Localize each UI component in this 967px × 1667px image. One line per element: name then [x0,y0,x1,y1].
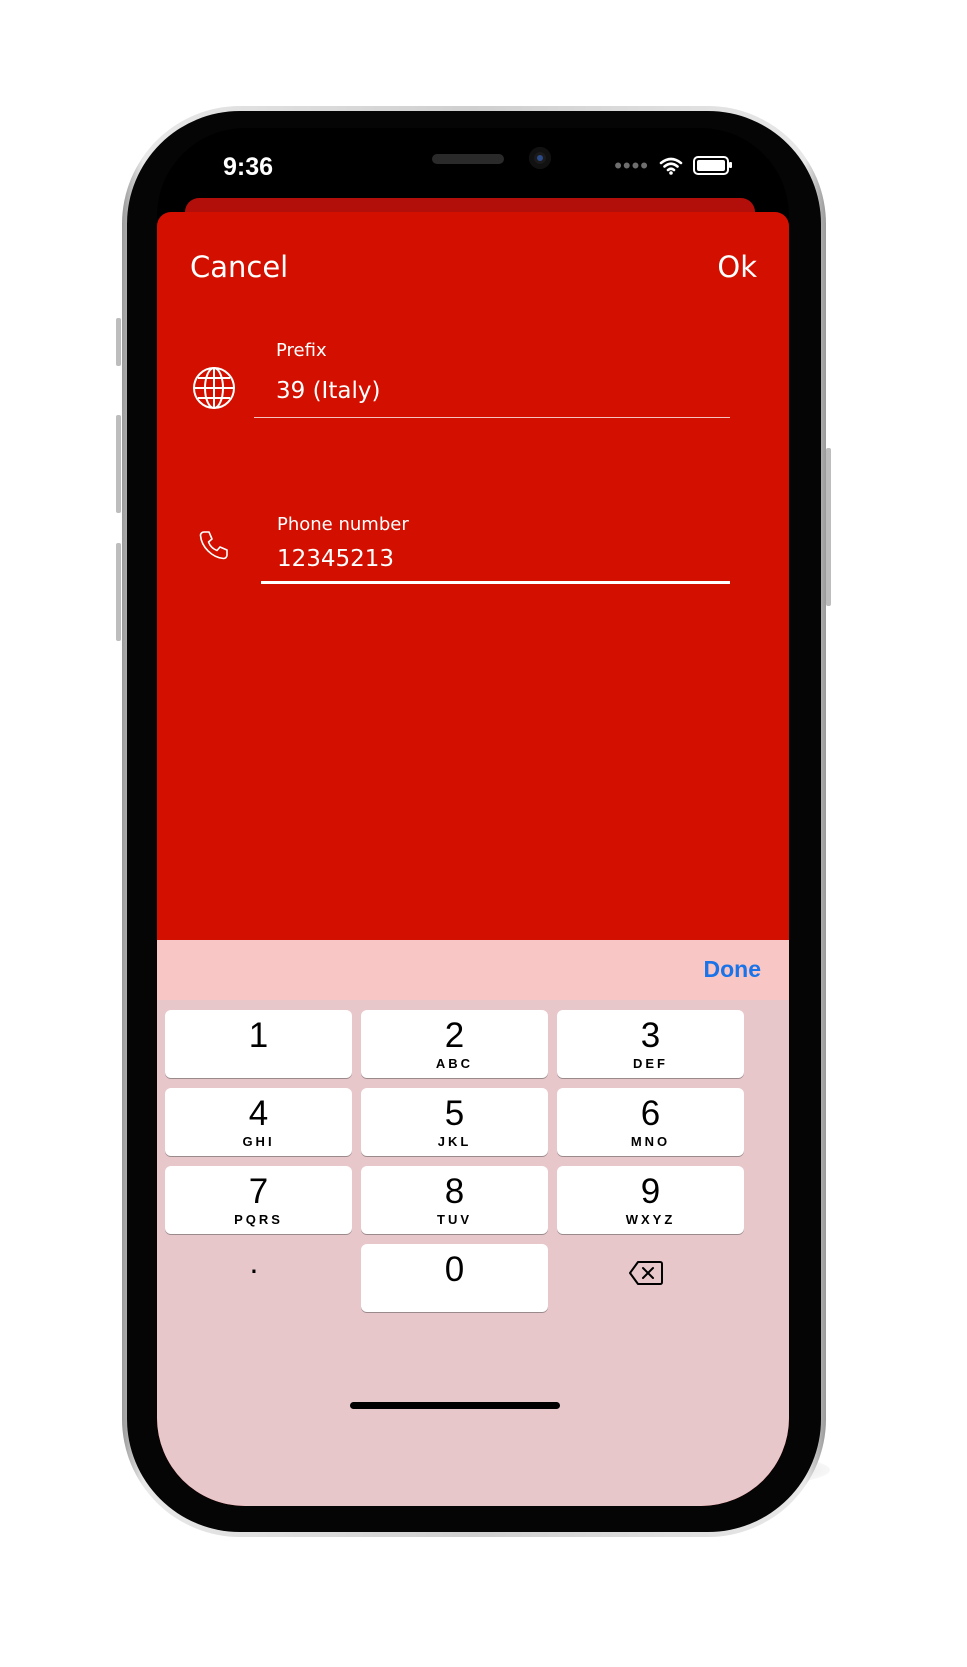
key-5[interactable]: 5 JKL [361,1088,548,1156]
key-9[interactable]: 9 WXYZ [557,1166,744,1234]
key-digit: 6 [640,1094,661,1133]
volume-up-button [116,415,121,513]
numeric-keyboard: Done 1 2 ABC 3 DEF 4 GHI 5 JKL 6 MNO 7 P… [157,940,789,1506]
key-digit: 2 [444,1016,465,1055]
key-letters: DEF [633,1056,668,1071]
key-letters: ABC [435,1056,474,1071]
done-button[interactable]: Done [704,956,762,983]
phone-number-label: Phone number [277,514,409,535]
key-1[interactable]: 1 [165,1010,352,1078]
screen: 9:36 •••• Cancel Ok Prefix 39 (Italy) Ph… [157,128,789,1506]
key-0[interactable]: 0 [361,1244,548,1312]
volume-down-button [116,543,121,641]
keyboard-toolbar: Done [157,940,789,1000]
key-digit: 4 [248,1094,269,1133]
key-7[interactable]: 7 PQRS [165,1166,352,1234]
mute-switch [116,318,121,366]
key-letters: PQRS [234,1212,283,1227]
phone-icon [199,531,228,560]
power-button [826,448,831,606]
key-letters: GHI [242,1134,275,1149]
ok-button[interactable]: Ok [717,250,757,284]
front-camera [529,147,551,169]
key-letters: TUV [437,1212,472,1227]
decimal-key[interactable]: . [244,1246,264,1278]
key-digit: 5 [444,1094,465,1133]
phone-number-field[interactable]: 12345213 [277,546,394,572]
key-letters: MNO [630,1134,671,1149]
cancel-button[interactable]: Cancel [190,250,288,284]
key-3[interactable]: 3 DEF [557,1010,744,1078]
key-digit: 8 [444,1172,465,1211]
prefix-label: Prefix [276,340,327,361]
globe-icon [193,367,235,409]
status-icons: •••• [614,152,732,178]
key-digit: 0 [444,1250,465,1289]
signal-dots-icon: •••• [614,152,649,178]
earpiece-speaker [432,154,504,164]
key-letters: WXYZ [625,1212,676,1227]
key-digit: 9 [640,1172,661,1211]
key-digit: 3 [640,1016,661,1055]
key-digit: 1 [248,1016,269,1055]
status-time: 9:36 [223,153,274,181]
battery-icon [693,156,732,175]
key-letters: JKL [437,1134,472,1149]
key-2[interactable]: 2 ABC [361,1010,548,1078]
key-digit: 7 [248,1172,269,1211]
wifi-icon [659,157,683,175]
key-6[interactable]: 6 MNO [557,1088,744,1156]
prefix-underline [254,417,730,418]
key-8[interactable]: 8 TUV [361,1166,548,1234]
home-indicator[interactable] [350,1402,560,1409]
backspace-icon[interactable] [628,1260,664,1286]
key-4[interactable]: 4 GHI [165,1088,352,1156]
phone-number-underline [261,581,730,584]
prefix-field[interactable]: 39 (Italy) [276,378,380,404]
